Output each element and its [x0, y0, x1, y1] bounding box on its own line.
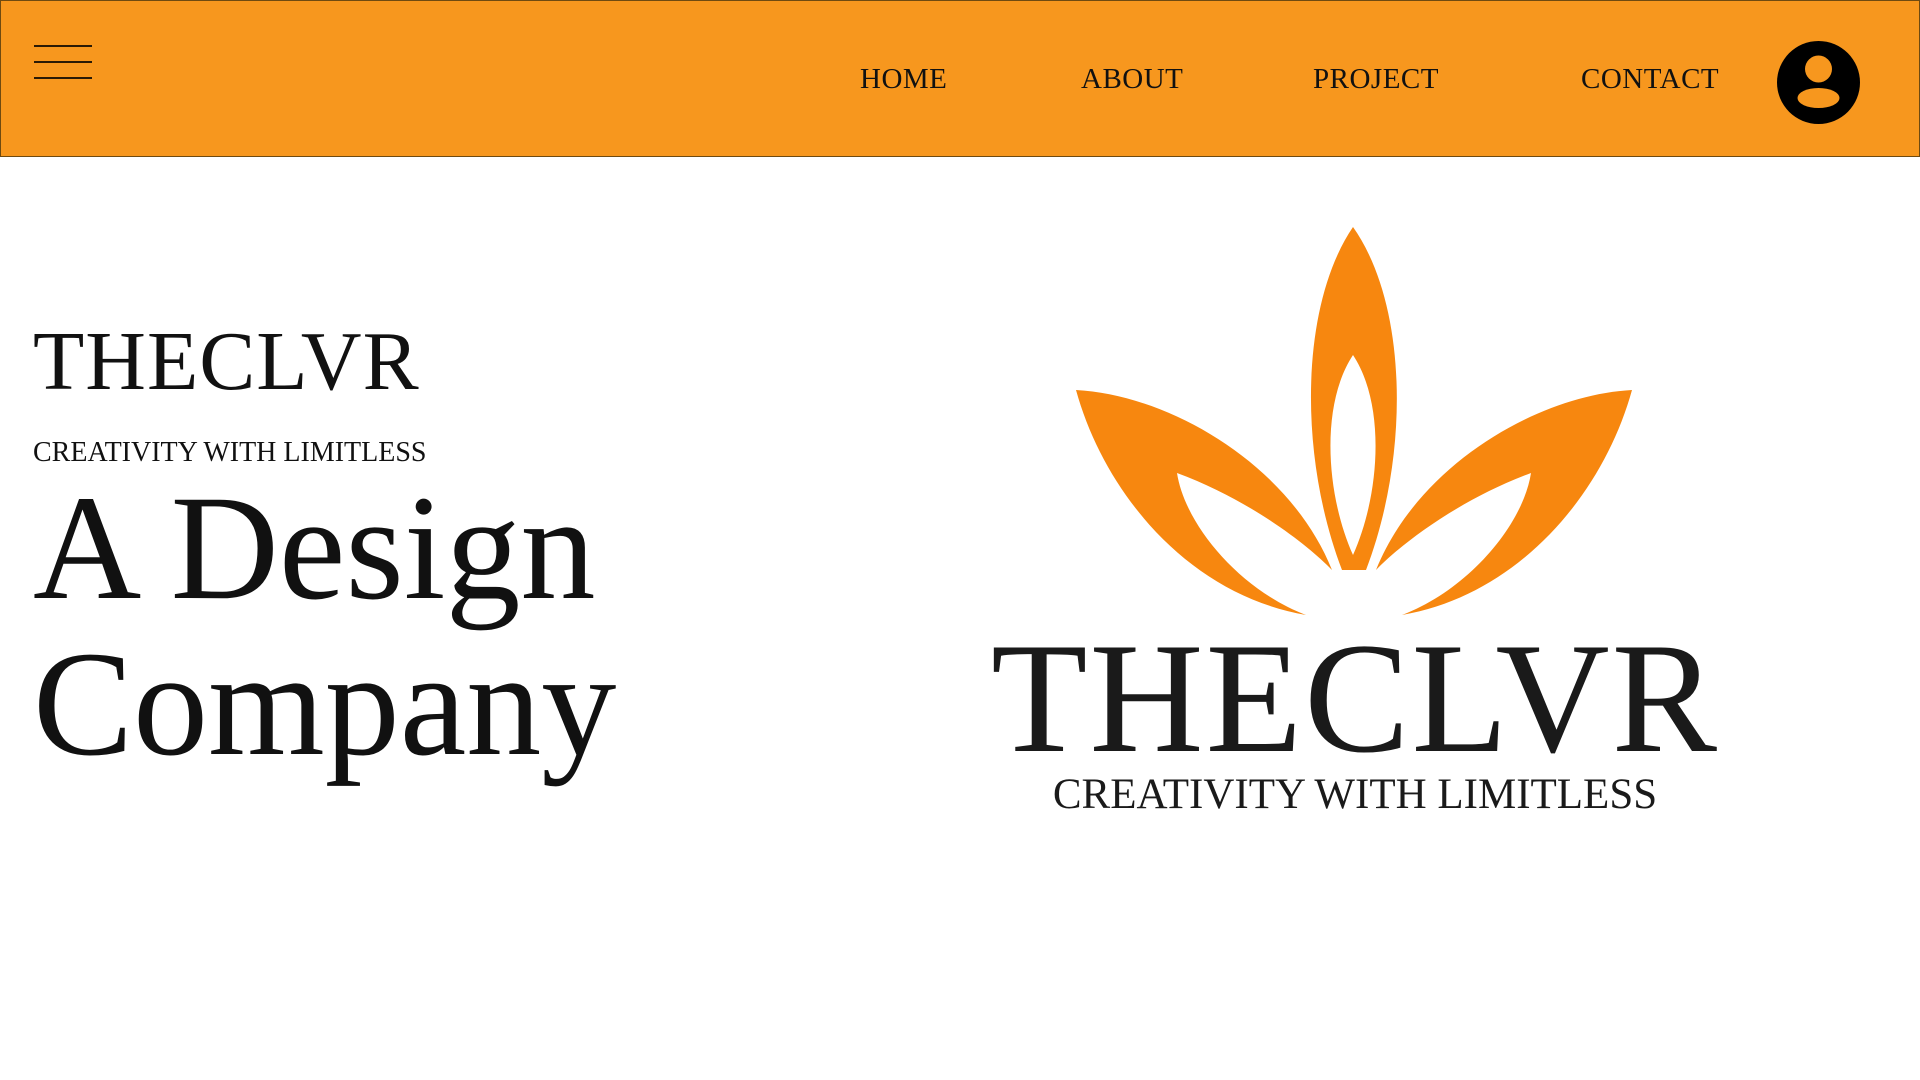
logo-tagline: CREATIVITY WITH LIMITLESS — [1052, 771, 1658, 818]
nav-project-link[interactable]: PROJECT — [1313, 63, 1439, 96]
hero-heading: A Design Company — [33, 470, 616, 782]
menu-line — [34, 61, 92, 63]
user-profile-icon[interactable] — [1777, 41, 1860, 124]
hamburger-menu-icon[interactable] — [34, 43, 92, 83]
hero-heading-line: Company — [33, 621, 617, 787]
hero-brand-title: THECLVR — [33, 315, 420, 408]
top-header: HOME ABOUT PROJECT CONTACT — [0, 0, 1920, 157]
menu-line — [34, 45, 92, 47]
logo-wordmark: THECLVR — [990, 611, 1719, 786]
lotus-leaf-logo-icon — [1070, 225, 1640, 620]
menu-line — [34, 77, 92, 79]
hero-heading-line: A Design — [33, 465, 596, 631]
nav-home-link[interactable]: HOME — [860, 63, 947, 96]
nav-about-link[interactable]: ABOUT — [1081, 63, 1183, 96]
nav-contact-link[interactable]: CONTACT — [1581, 63, 1719, 96]
